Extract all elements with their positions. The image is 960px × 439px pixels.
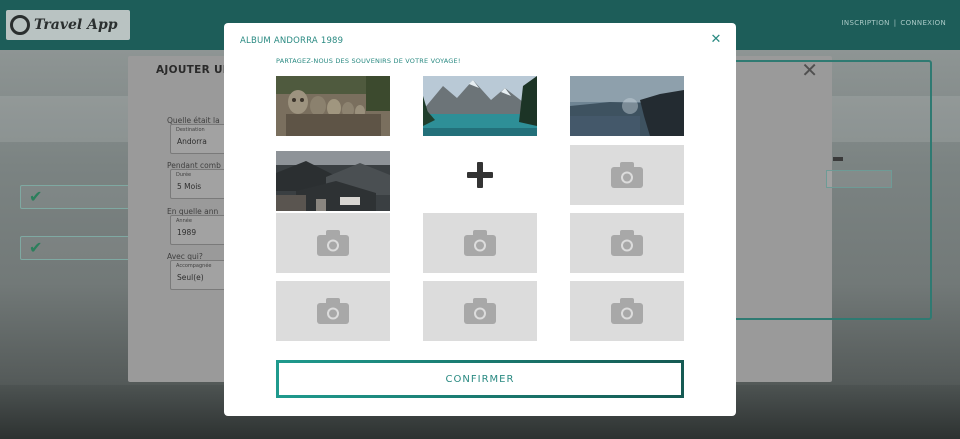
- camera-icon: [464, 230, 496, 256]
- field-label: Année: [176, 218, 192, 224]
- modal-subtitle: PARTAGEZ-NOUS DES SOUVENIRS DE VOTRE VOY…: [276, 57, 461, 65]
- camera-icon: [611, 162, 643, 188]
- header-nav: INSCRIPTION | CONNEXION: [842, 19, 946, 27]
- field-label: Durée: [176, 172, 192, 178]
- photo-old-town[interactable]: [276, 151, 390, 211]
- empty-photo-slot[interactable]: [423, 281, 537, 341]
- nav-separator: |: [893, 19, 897, 27]
- add-photo-button[interactable]: [423, 145, 537, 205]
- empty-photo-slot[interactable]: [423, 213, 537, 273]
- empty-photo-slot[interactable]: [570, 281, 684, 341]
- field-value: 5 Mois: [177, 182, 202, 191]
- empty-photo-slot[interactable]: [276, 281, 390, 341]
- modal-title: ALBUM ANDORRA 1989: [240, 36, 344, 46]
- camera-icon: [611, 230, 643, 256]
- camera-icon: [317, 298, 349, 324]
- destination-field[interactable]: Destination Andorra: [170, 124, 226, 154]
- nav-signup-link[interactable]: INSCRIPTION: [842, 19, 890, 27]
- companion-field[interactable]: Accompagnée Seul(e): [170, 260, 226, 290]
- background-mini-label: [833, 157, 843, 161]
- check-icon: ✔: [29, 238, 43, 257]
- year-field[interactable]: Année 1989: [170, 215, 226, 245]
- background-side-frame: [706, 60, 932, 320]
- empty-photo-slot[interactable]: [570, 145, 684, 205]
- background-side-field: [826, 170, 892, 188]
- background-checkbox-row: ✔: [20, 185, 140, 209]
- photo-statues[interactable]: [276, 76, 390, 136]
- background-checkbox-row: ✔: [20, 236, 140, 260]
- logo-text: Travel App: [34, 17, 118, 33]
- field-value: Seul(e): [177, 273, 204, 282]
- duration-field[interactable]: Durée 5 Mois: [170, 169, 226, 199]
- field-label: Destination: [176, 127, 205, 133]
- album-modal: ALBUM ANDORRA 1989 ✕ PARTAGEZ-NOUS DES S…: [224, 23, 736, 416]
- globe-icon: [10, 15, 30, 35]
- camera-icon: [611, 298, 643, 324]
- background-form-title: AJOUTER UN: [156, 64, 232, 76]
- empty-photo-slot[interactable]: [570, 213, 684, 273]
- empty-photo-slot[interactable]: [276, 213, 390, 273]
- camera-icon: [464, 298, 496, 324]
- field-value: Andorra: [177, 137, 207, 146]
- close-icon[interactable]: ✕: [708, 31, 724, 49]
- app-logo[interactable]: Travel App: [6, 10, 130, 40]
- field-value: 1989: [177, 228, 197, 237]
- plus-icon: [467, 162, 493, 188]
- check-icon: ✔: [29, 187, 43, 206]
- confirm-button[interactable]: CONFIRMER: [276, 360, 684, 398]
- nav-login-link[interactable]: CONNEXION: [900, 19, 946, 27]
- photo-mountain-lake[interactable]: [423, 76, 537, 136]
- field-label: Accompagnée: [176, 263, 212, 269]
- camera-icon: [317, 230, 349, 256]
- photo-fjord-cliff[interactable]: [570, 76, 684, 136]
